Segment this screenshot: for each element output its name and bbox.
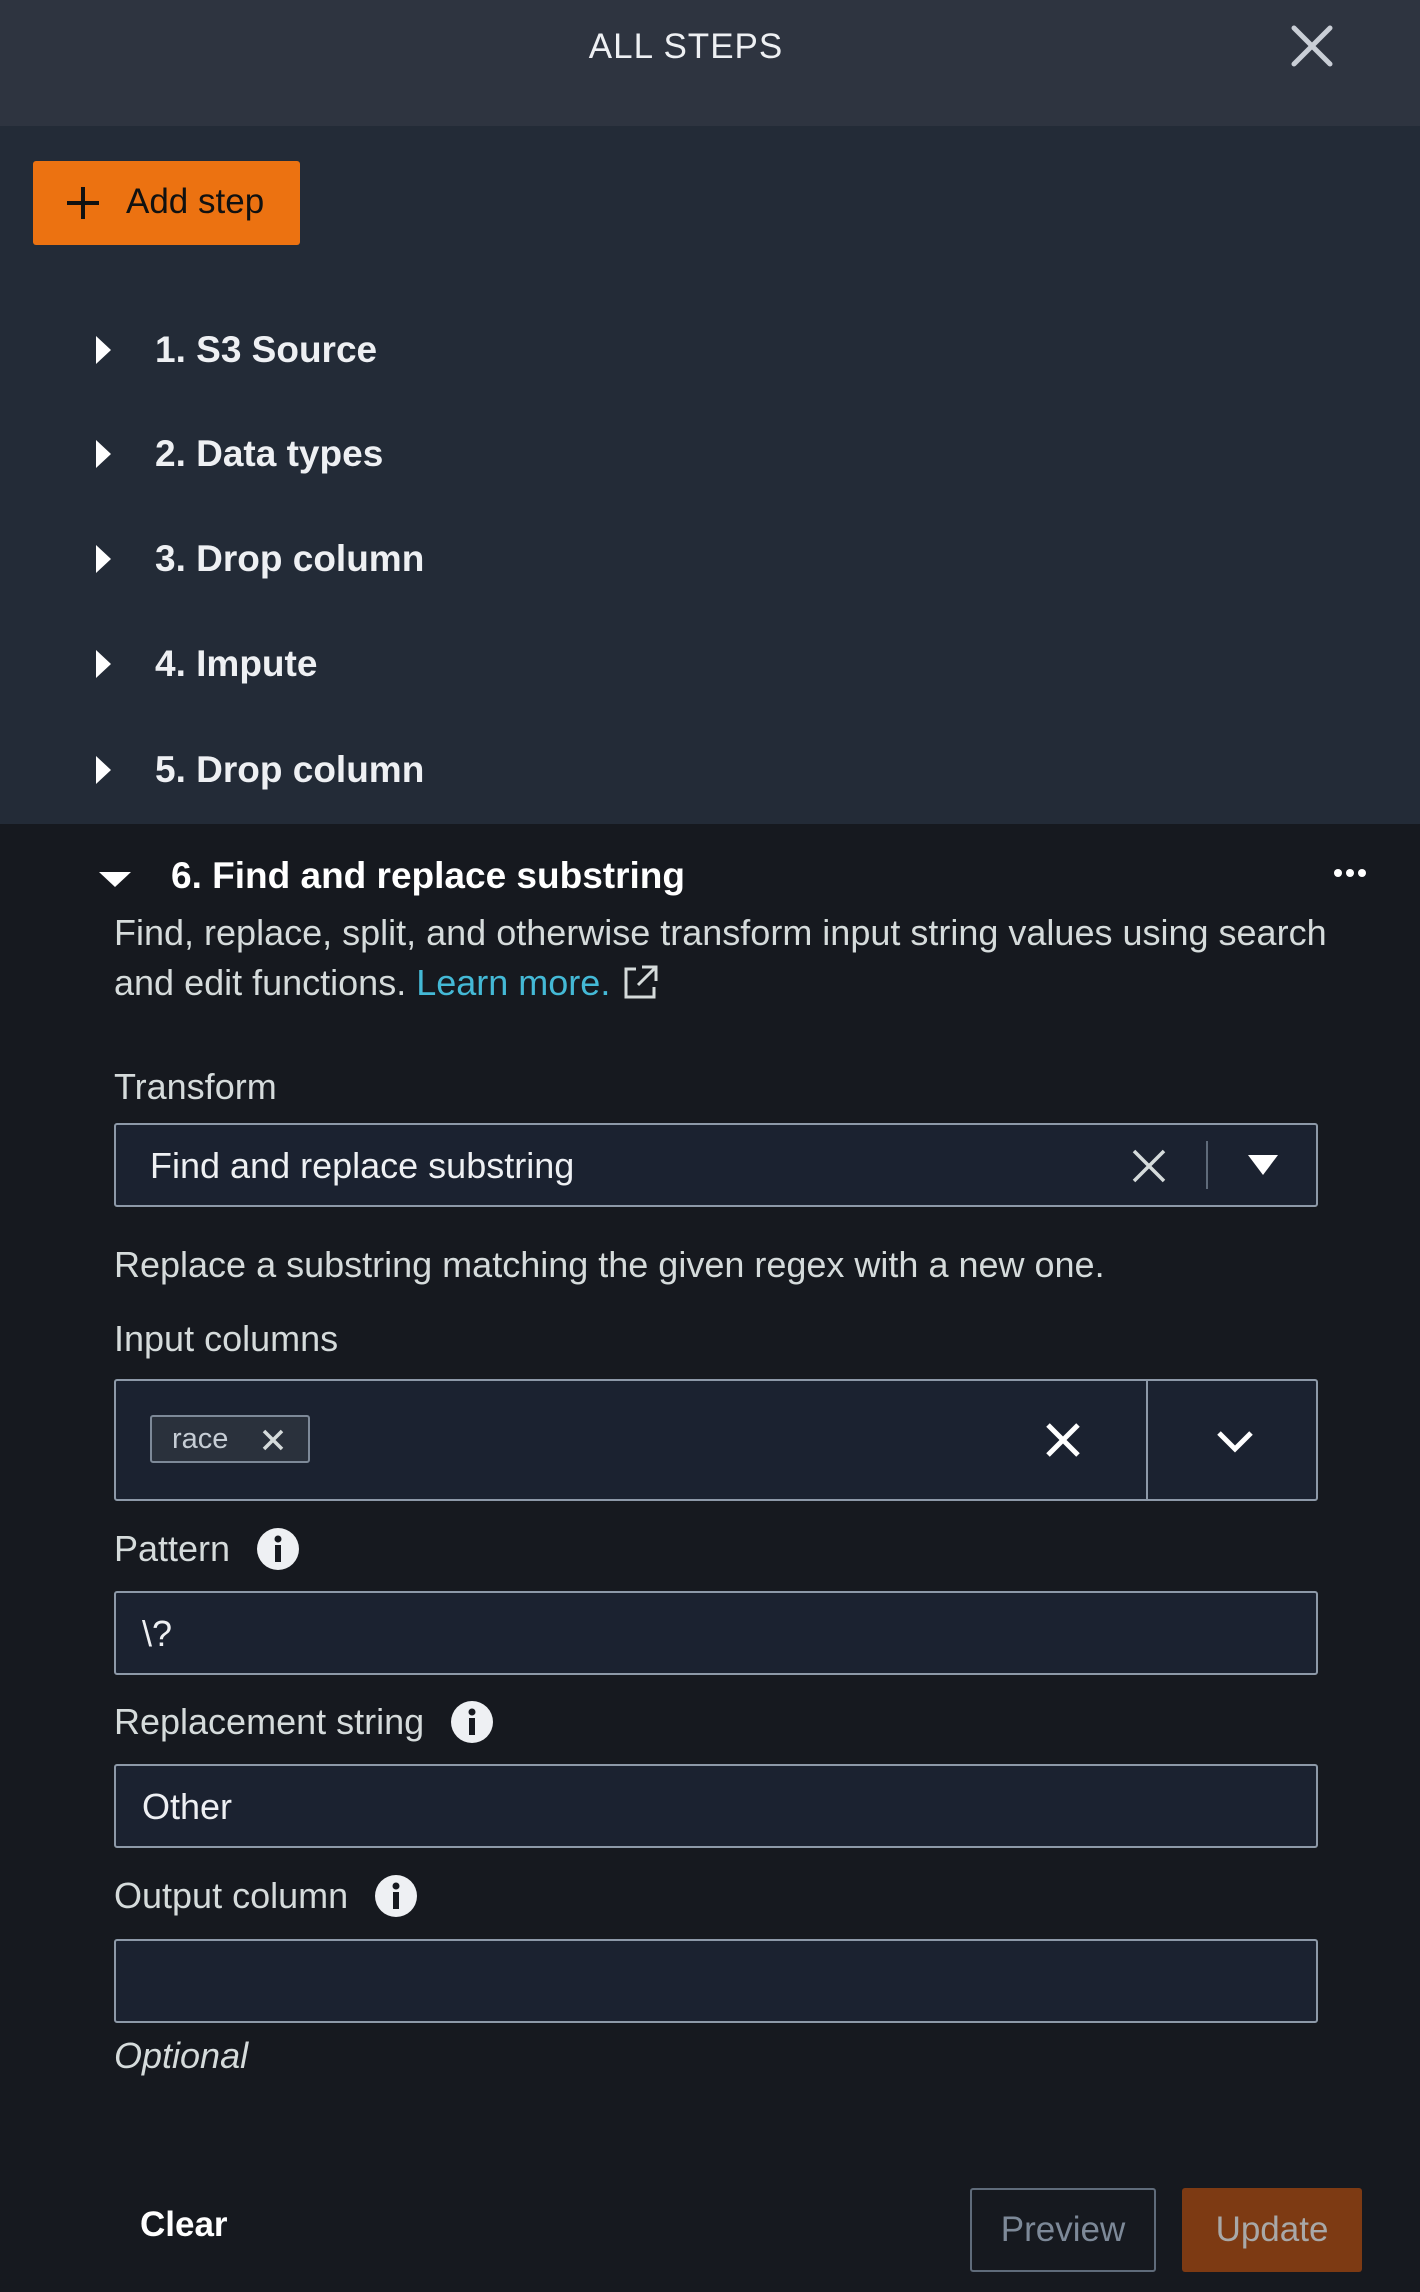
clear-button[interactable]: Clear xyxy=(140,2205,228,2245)
caret-right-icon xyxy=(96,336,111,364)
step-item-drop-column-2[interactable]: 5. Drop column xyxy=(96,740,424,800)
add-step-label: Add step xyxy=(126,182,265,221)
external-link-icon[interactable] xyxy=(620,963,660,1003)
info-icon[interactable] xyxy=(256,1527,300,1571)
clear-selection-icon[interactable] xyxy=(1130,1147,1168,1185)
output-column-label: Output column xyxy=(114,1874,418,1918)
caret-right-icon xyxy=(96,440,111,468)
transform-label: Transform xyxy=(114,1066,277,1107)
pattern-input[interactable]: \? xyxy=(114,1591,1318,1675)
description-text: Find, replace, split, and otherwise tran… xyxy=(114,912,1327,1003)
transform-value: Find and replace substring xyxy=(150,1145,575,1186)
step-description: Find, replace, split, and otherwise tran… xyxy=(114,908,1344,1008)
output-column-input[interactable] xyxy=(114,1939,1318,2023)
replacement-label-text: Replacement string xyxy=(114,1701,425,1742)
remove-token-icon[interactable] xyxy=(260,1427,286,1453)
replacement-label: Replacement string xyxy=(114,1700,494,1744)
plus-icon xyxy=(67,187,99,219)
step-label: 3. Drop column xyxy=(155,538,425,579)
step-label: 4. Impute xyxy=(155,643,318,684)
step-title: 6. Find and replace substring xyxy=(171,855,685,896)
transform-help-text: Replace a substring matching the given r… xyxy=(114,1244,1105,1285)
clear-columns-icon[interactable] xyxy=(1044,1421,1082,1459)
column-token: race xyxy=(150,1415,310,1463)
panel-title: ALL STEPS xyxy=(588,27,784,66)
step-item-find-replace[interactable]: 6. Find and replace substring xyxy=(99,846,685,906)
transform-select[interactable]: Find and replace substring xyxy=(114,1123,1318,1207)
step-label: 1. S3 Source xyxy=(155,329,378,370)
chevron-down-icon[interactable] xyxy=(1213,1427,1257,1457)
step-label: 2. Data types xyxy=(155,433,384,474)
output-column-hint: Optional xyxy=(114,2035,249,2076)
replacement-input[interactable]: Other xyxy=(114,1764,1318,1848)
dropdown-triangle-icon[interactable] xyxy=(1248,1155,1278,1175)
caret-right-icon xyxy=(96,650,111,678)
step-item-impute[interactable]: 4. Impute xyxy=(96,634,317,694)
info-icon[interactable] xyxy=(374,1874,418,1918)
close-icon[interactable] xyxy=(1288,22,1336,70)
step-item-drop-column[interactable]: 3. Drop column xyxy=(96,529,424,589)
panel-header: ALL STEPS xyxy=(0,0,1420,126)
pattern-value: \? xyxy=(142,1613,173,1654)
more-options-icon[interactable] xyxy=(1334,864,1374,884)
step-item-data-types[interactable]: 2. Data types xyxy=(96,424,383,484)
select-divider xyxy=(1206,1141,1208,1189)
caret-right-icon xyxy=(96,756,111,784)
info-icon[interactable] xyxy=(450,1700,494,1744)
add-step-button[interactable]: Add step xyxy=(33,161,300,245)
caret-down-icon xyxy=(99,871,131,887)
pattern-label: Pattern xyxy=(114,1527,300,1571)
replacement-value: Other xyxy=(142,1786,233,1827)
caret-right-icon xyxy=(96,545,111,573)
learn-more-link[interactable]: Learn more. xyxy=(416,962,610,1003)
step-item-s3-source[interactable]: 1. S3 Source xyxy=(96,320,377,380)
input-columns-label: Input columns xyxy=(114,1318,339,1359)
update-button[interactable]: Update xyxy=(1182,2188,1362,2272)
pattern-label-text: Pattern xyxy=(114,1528,231,1569)
token-label: race xyxy=(172,1423,229,1455)
multiselect-divider xyxy=(1146,1381,1148,1499)
output-column-label-text: Output column xyxy=(114,1875,349,1916)
input-columns-multiselect[interactable]: race xyxy=(114,1379,1318,1501)
preview-button[interactable]: Preview xyxy=(970,2188,1156,2272)
step-label: 5. Drop column xyxy=(155,749,425,790)
